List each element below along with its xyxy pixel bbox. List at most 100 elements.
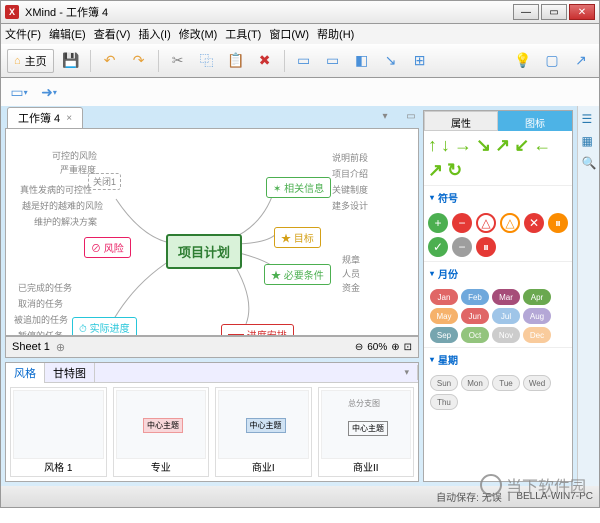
section-week[interactable]: 星期 xyxy=(424,347,572,371)
home-button[interactable]: ⌂ 主页 xyxy=(7,49,54,73)
arrow-button[interactable]: ➜▾ xyxy=(37,80,61,104)
goal-node[interactable]: ★ 目标 xyxy=(274,227,321,248)
pause-icon[interactable]: ⏸ xyxy=(548,213,568,233)
need-leaf[interactable]: 资金 xyxy=(336,279,366,296)
warning-icon[interactable]: △ xyxy=(476,213,496,233)
menu-window[interactable]: 窗口(W) xyxy=(269,26,309,42)
pause-icon[interactable]: ⏸ xyxy=(476,237,496,257)
tab-gantt[interactable]: 甘特图 xyxy=(45,363,95,383)
prog-leaf[interactable]: 暂停的任务 xyxy=(12,327,69,336)
menu-help[interactable]: 帮助(H) xyxy=(317,26,354,42)
month-badge[interactable]: Dec xyxy=(523,327,551,343)
info-leaf[interactable]: 关键制度 xyxy=(326,181,374,198)
month-badge[interactable]: Aug xyxy=(523,308,551,324)
gallery-item[interactable]: 风格 1 xyxy=(10,387,107,477)
paste-button[interactable]: 📋 xyxy=(224,49,248,73)
node-button-2[interactable]: ▭ xyxy=(321,49,345,73)
prog-leaf[interactable]: 已完成的任务 xyxy=(12,279,78,296)
plus-icon[interactable]: + xyxy=(428,213,448,233)
prog-leaf[interactable]: 被追加的任务 xyxy=(8,311,74,328)
month-badge[interactable]: Mar xyxy=(492,289,520,305)
arrow-turn-icon[interactable]: ↘ xyxy=(476,135,491,156)
need-node[interactable]: ★ 必要条件 xyxy=(264,264,331,285)
group-button[interactable]: ⊞ xyxy=(408,49,432,73)
month-badge[interactable]: Feb xyxy=(461,289,489,305)
day-badge[interactable]: Wed xyxy=(523,375,551,391)
prog-leaf[interactable]: 取消的任务 xyxy=(12,295,69,312)
day-badge[interactable]: Tue xyxy=(492,375,520,391)
tab-icons[interactable]: 图标 xyxy=(498,111,572,131)
progress-node[interactable]: ⏱ 实际进度 xyxy=(72,317,137,336)
delete-button[interactable]: ✖ xyxy=(253,49,277,73)
redo-button[interactable]: ↷ xyxy=(127,49,151,73)
month-badge[interactable]: Jul xyxy=(492,308,520,324)
month-badge[interactable]: Oct xyxy=(461,327,489,343)
info-leaf[interactable]: 说明前段 xyxy=(326,149,374,166)
arrow-down-icon[interactable]: ↓ xyxy=(441,135,450,156)
link-button[interactable]: ↘ xyxy=(379,49,403,73)
gallery-item[interactable]: 中心主题商业I xyxy=(215,387,312,477)
workbook-tab[interactable]: 工作簿 4 × xyxy=(7,107,83,128)
menu-insert[interactable]: 插入(I) xyxy=(138,26,170,42)
month-badge[interactable]: Apr xyxy=(523,289,551,305)
add-sheet-button[interactable]: ⊕ xyxy=(56,341,65,354)
share-button[interactable]: ↗ xyxy=(569,49,593,73)
tab-style[interactable]: 风格 xyxy=(6,363,45,383)
outline-icon[interactable]: ☰ xyxy=(582,112,596,126)
undo-button[interactable]: ↶ xyxy=(98,49,122,73)
month-badge[interactable]: Jun xyxy=(461,308,489,324)
risk-leaf[interactable]: 真性发病的可控性 xyxy=(14,181,98,198)
risk-leaf[interactable]: 越是好的越难的风险 xyxy=(16,197,109,214)
risk-node[interactable]: ⊘ 风险 xyxy=(84,237,131,258)
menu-view[interactable]: 查看(V) xyxy=(94,26,131,42)
risk-leaf[interactable]: 维护的解决方案 xyxy=(28,213,103,230)
arrow-right-icon[interactable]: → xyxy=(454,135,472,156)
section-symbol[interactable]: 符号 xyxy=(424,185,572,209)
info-leaf[interactable]: 项目介绍 xyxy=(326,165,374,182)
grid-icon[interactable]: ▦ xyxy=(582,134,596,148)
menu-file[interactable]: 文件(F) xyxy=(5,26,41,42)
info-node[interactable]: ✶ 相关信息 xyxy=(266,177,331,198)
boundary-button[interactable]: ◧ xyxy=(350,49,374,73)
schedule-node[interactable]: 7 进度安排 xyxy=(221,324,294,336)
info-leaf[interactable]: 建多设计 xyxy=(326,197,374,214)
save-button[interactable]: 💾 xyxy=(59,49,83,73)
section-month[interactable]: 月份 xyxy=(424,261,572,285)
cut-button[interactable]: ✂ xyxy=(166,49,190,73)
copy-button[interactable]: ⿻ xyxy=(195,49,219,73)
refresh-icon[interactable]: ↻ xyxy=(447,160,462,181)
tab-properties[interactable]: 属性 xyxy=(424,111,498,131)
day-badge[interactable]: Mon xyxy=(461,375,489,391)
minus-icon[interactable]: − xyxy=(452,213,472,233)
day-badge[interactable]: Sun xyxy=(430,375,458,391)
gallery-dropdown[interactable]: ▾ xyxy=(396,365,418,380)
present-button[interactable]: ▢ xyxy=(540,49,564,73)
menu-tools[interactable]: 工具(T) xyxy=(225,26,261,42)
arrow-ur-icon[interactable]: ↗ xyxy=(428,160,443,181)
arrow-left-icon[interactable]: ← xyxy=(533,135,551,156)
maximize-button[interactable]: ▭ xyxy=(541,4,567,20)
arrow-dl-icon[interactable]: ↙ xyxy=(514,135,529,156)
zoom-value[interactable]: 60% xyxy=(367,342,387,353)
month-badge[interactable]: Jan xyxy=(430,289,458,305)
check-icon[interactable]: ✓ xyxy=(428,237,448,257)
item-button[interactable]: ▭▾ xyxy=(7,80,31,104)
zoom-out-button[interactable]: ⊖ xyxy=(355,342,363,353)
idea-button[interactable]: 💡 xyxy=(511,49,535,73)
search-icon[interactable]: 🔍 xyxy=(582,156,596,170)
zoom-in-button[interactable]: ⊕ xyxy=(391,342,399,353)
month-badge[interactable]: Nov xyxy=(492,327,520,343)
month-badge[interactable]: May xyxy=(430,308,458,324)
menu-modify[interactable]: 修改(M) xyxy=(179,26,218,42)
arrow-up-icon[interactable]: ↑ xyxy=(428,135,437,156)
day-badge[interactable]: Thu xyxy=(430,394,458,410)
risk-note[interactable]: 关闭1 xyxy=(88,173,121,190)
sheet-tab[interactable]: Sheet 1 xyxy=(12,341,50,353)
zoom-fit-button[interactable]: ⊡ xyxy=(404,342,412,353)
tab-more[interactable]: ▭ xyxy=(399,104,423,128)
central-node[interactable]: 项目计划 xyxy=(166,234,242,269)
month-badge[interactable]: Sep xyxy=(430,327,458,343)
tab-dropdown[interactable]: ▾ xyxy=(373,104,397,128)
close-button[interactable]: ✕ xyxy=(569,4,595,20)
minimize-button[interactable]: — xyxy=(513,4,539,20)
